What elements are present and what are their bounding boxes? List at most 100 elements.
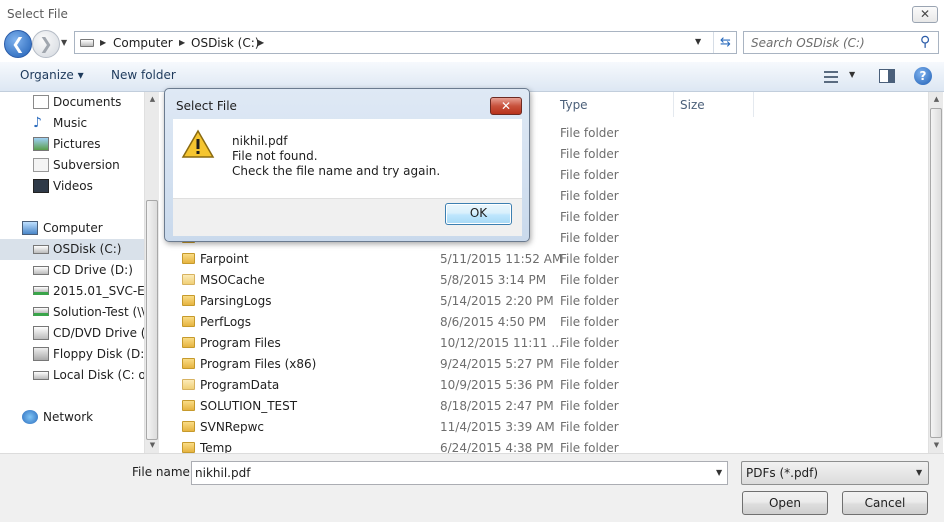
file-name: MSOCache [200, 273, 265, 287]
ok-button[interactable]: OK [445, 203, 512, 225]
column-header-type[interactable]: Type [560, 92, 588, 117]
chevron-down-icon: ▼ [916, 468, 923, 477]
file-type: File folder [560, 420, 619, 434]
cancel-button[interactable]: Cancel [842, 491, 928, 515]
refresh-button[interactable]: ⇆ [713, 32, 737, 53]
nav-item-floppy[interactable]: Floppy Disk (D: o [0, 344, 145, 365]
window-close-button[interactable]: ✕ [912, 6, 938, 23]
nav-item-music[interactable]: ♪ Music [0, 113, 145, 134]
nav-item-label: Floppy Disk (D: o [53, 347, 145, 361]
nav-item-local-disk[interactable]: Local Disk (C: on [0, 365, 145, 386]
nav-item-osdisk[interactable]: OSDisk (C:) [0, 239, 145, 260]
nav-item-computer[interactable]: Computer [0, 218, 145, 239]
file-type: File folder [560, 126, 619, 140]
file-row[interactable]: MSOCache 5/8/2015 3:14 PM File folder [175, 270, 927, 291]
nav-item-network[interactable]: Network [0, 407, 145, 428]
column-header-size[interactable]: Size [680, 92, 705, 117]
nav-item-network-drive-svc[interactable]: 2015.01_SVC-ENG [0, 281, 145, 302]
file-row[interactable]: ParsingLogs 5/14/2015 2:20 PM File folder [175, 291, 927, 312]
organize-button[interactable]: Organize ▾ [20, 68, 84, 82]
file-name: SVNRepwc [200, 420, 265, 434]
file-type: File folder [560, 399, 619, 413]
file-name: Program Files (x86) [200, 357, 317, 371]
new-folder-button[interactable]: New folder [111, 68, 176, 82]
file-name-input[interactable] [195, 465, 695, 481]
folder-icon [182, 400, 195, 411]
help-icon[interactable]: ? [914, 67, 932, 85]
breadcrumb-chevron-icon[interactable]: ▶ [258, 38, 264, 47]
scroll-thumb[interactable] [146, 200, 158, 440]
hard-drive-icon [80, 39, 94, 47]
nav-item-label: Pictures [53, 137, 101, 151]
recent-pages-dropdown[interactable]: ▼ [61, 37, 71, 49]
file-date-modified: 11/4/2015 3:39 AM [440, 420, 555, 434]
file-date-modified: 8/6/2015 4:50 PM [440, 315, 547, 329]
breadcrumb-osdisk[interactable]: OSDisk (C:) [191, 36, 259, 50]
dialog-title: Select File [176, 99, 237, 113]
nav-pane-scrollbar[interactable]: ▲ ▼ [144, 92, 159, 453]
file-row[interactable]: Farpoint 5/11/2015 11:52 AM File folder [175, 249, 927, 270]
file-row[interactable]: Program Files 10/12/2015 11:11 ... File fo… [175, 333, 927, 354]
file-type: File folder [560, 252, 619, 266]
window-title-bar [0, 0, 944, 30]
search-input[interactable]: Search OSDisk (C:) [751, 36, 865, 50]
scroll-down-arrow-icon[interactable]: ▼ [145, 438, 160, 453]
warning-icon [181, 129, 215, 158]
view-options-icon[interactable] [824, 71, 838, 83]
scroll-down-arrow-icon[interactable]: ▼ [929, 438, 944, 453]
nav-item-label: Computer [43, 221, 103, 235]
music-icon: ♪ [33, 115, 42, 131]
file-row[interactable]: ProgramData 10/9/2015 5:36 PM File folder [175, 375, 927, 396]
view-dropdown-arrow[interactable]: ▼ [849, 70, 855, 79]
nav-item-label: Subversion [53, 158, 120, 172]
file-date-modified: 9/24/2015 5:27 PM [440, 357, 554, 371]
nav-item-cd-drive[interactable]: CD Drive (D:) [0, 260, 145, 281]
breadcrumb-computer[interactable]: Computer [113, 36, 173, 50]
column-divider[interactable] [673, 92, 674, 117]
scroll-thumb[interactable] [930, 108, 942, 438]
nav-item-label: Documents [53, 95, 122, 109]
file-name-combo[interactable]: ▼ [191, 461, 728, 485]
file-row[interactable]: PerfLogs 8/6/2015 4:50 PM File folder [175, 312, 927, 333]
nav-item-dvd-drive[interactable]: CD/DVD Drive (E: [0, 323, 145, 344]
column-divider[interactable] [753, 92, 754, 117]
breadcrumb-chevron-icon[interactable]: ▶ [100, 38, 106, 47]
scroll-up-arrow-icon[interactable]: ▲ [145, 92, 160, 107]
nav-item-pictures[interactable]: Pictures [0, 134, 145, 155]
scroll-up-arrow-icon[interactable]: ▲ [929, 92, 944, 107]
pictures-icon [33, 137, 49, 151]
nav-item-documents[interactable]: Documents [0, 92, 145, 113]
file-name: PerfLogs [200, 315, 252, 329]
file-row[interactable]: SOLUTION_TEST 8/18/2015 2:47 PM File folde… [175, 396, 927, 417]
file-type: File folder [560, 336, 619, 350]
nav-item-label: Solution-Test (\\ [53, 305, 145, 319]
search-icon[interactable]: ⚲ [920, 34, 930, 50]
nav-item-network-drive-solution[interactable]: Solution-Test (\\ [0, 302, 145, 323]
breadcrumb-chevron-icon[interactable]: ▶ [179, 38, 185, 47]
folder-icon [182, 358, 195, 369]
local-disk-icon [33, 371, 49, 380]
nav-item-label: OSDisk (C:) [53, 242, 122, 256]
chevron-down-icon[interactable]: ▼ [716, 468, 722, 477]
address-history-dropdown[interactable]: ▼ [695, 37, 701, 46]
preview-pane-icon[interactable] [879, 69, 895, 83]
dialog-close-button[interactable]: ✕ [490, 97, 522, 115]
address-bar[interactable]: ▶ Computer ▶ OSDisk (C:) ▶ ▼ ⇆ [74, 31, 737, 54]
file-list-scrollbar[interactable]: ▲ ▼ [928, 92, 943, 453]
search-box[interactable]: Search OSDisk (C:) ⚲ [743, 31, 939, 54]
file-name: Farpoint [200, 252, 249, 266]
open-button[interactable]: Open [742, 491, 828, 515]
forward-button[interactable]: ❯ [32, 30, 60, 58]
folder-icon [182, 379, 195, 390]
arrow-right-icon: ❯ [39, 34, 53, 53]
back-button[interactable]: ❮ [4, 30, 32, 58]
file-date-modified: 10/12/2015 11:11 ... [440, 336, 563, 350]
file-type-filter[interactable]: PDFs (*.pdf) ▼ [741, 461, 929, 485]
nav-item-videos[interactable]: Videos [0, 176, 145, 197]
nav-item-subversion[interactable]: Subversion [0, 155, 145, 176]
folder-icon [182, 442, 195, 453]
file-row[interactable]: Program Files (x86) 9/24/2015 5:27 PM File… [175, 354, 927, 375]
file-type: File folder [560, 273, 619, 287]
file-row[interactable]: SVNRepwc 11/4/2015 3:39 AM File folder [175, 417, 927, 438]
file-type: File folder [560, 231, 619, 245]
